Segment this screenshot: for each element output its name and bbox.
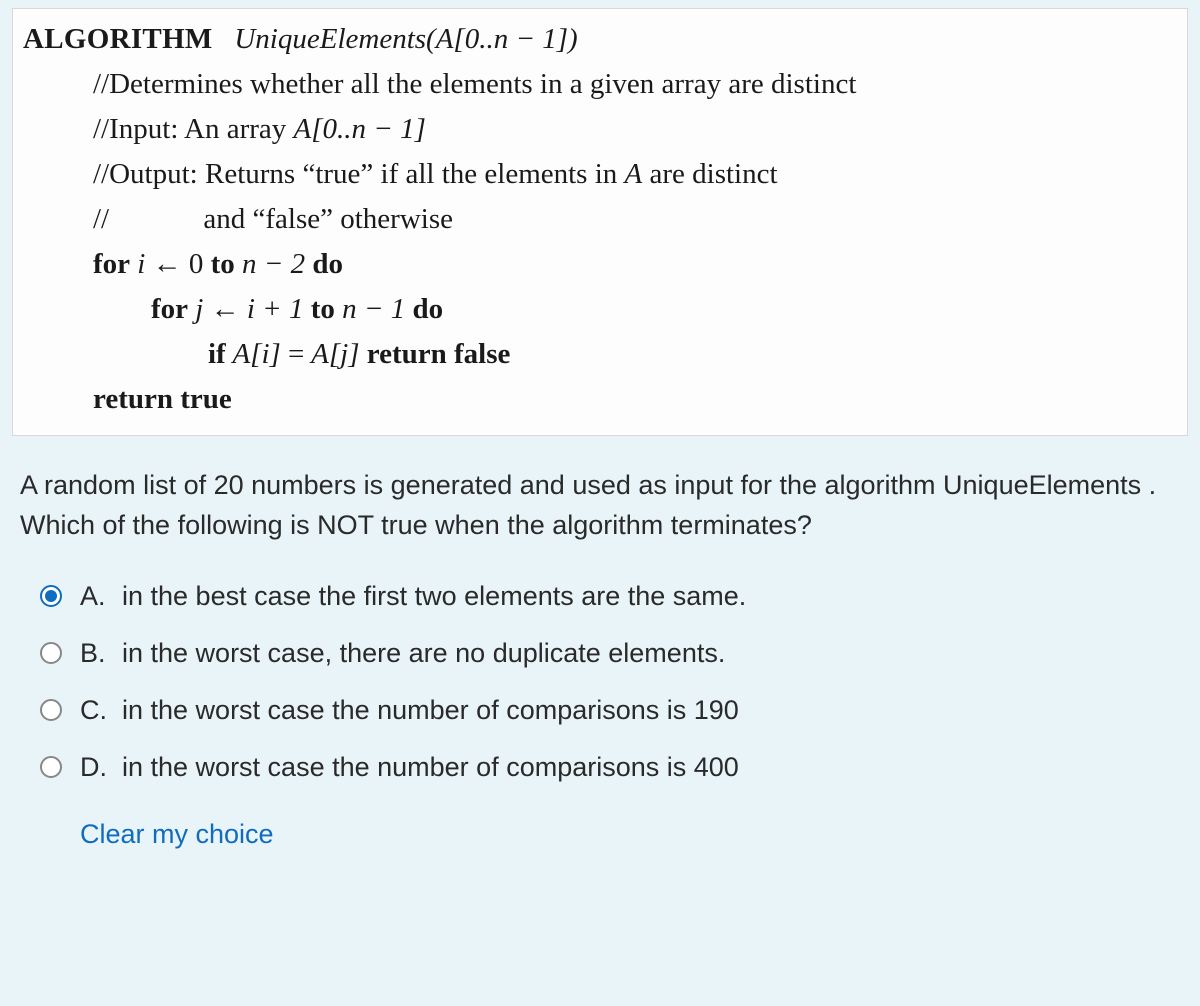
option-row-a[interactable]: A. in the best case the first two element… xyxy=(40,581,1200,612)
option-text: in the worst case the number of comparis… xyxy=(122,695,739,726)
option-text: in the best case the first two elements … xyxy=(122,581,746,612)
algorithm-signature: UniqueElements(A[0..n − 1]) xyxy=(234,23,577,55)
option-text: in the worst case the number of comparis… xyxy=(122,752,739,783)
options-group: A. in the best case the first two element… xyxy=(40,581,1200,783)
radio-button[interactable] xyxy=(40,756,62,778)
for-outer: for i ← 0 to n − 2 do xyxy=(93,242,1177,287)
option-letter: D. xyxy=(80,752,108,783)
comment-output: //Output: Returns “true” if all the elem… xyxy=(93,152,1177,197)
option-letter: A. xyxy=(80,581,108,612)
option-text: in the worst case, there are no duplicat… xyxy=(122,638,725,669)
option-row-d[interactable]: D. in the worst case the number of compar… xyxy=(40,752,1200,783)
comment-output-cont: // and “false” otherwise xyxy=(93,197,1177,242)
radio-button[interactable] xyxy=(40,699,62,721)
option-row-c[interactable]: C. in the worst case the number of compar… xyxy=(40,695,1200,726)
comment-description: //Determines whether all the elements in… xyxy=(93,62,1177,107)
option-letter: C. xyxy=(80,695,108,726)
radio-button[interactable] xyxy=(40,585,62,607)
clear-choice-link[interactable]: Clear my choice xyxy=(80,819,274,850)
algorithm-pseudocode: ALGORITHM UniqueElements(A[0..n − 1]) //… xyxy=(12,8,1188,436)
return-true: return true xyxy=(93,377,1177,422)
if-line: if A[i] = A[j] return false xyxy=(208,332,1177,377)
question-text: A random list of 20 numbers is generated… xyxy=(20,466,1180,544)
option-row-b[interactable]: B. in the worst case, there are no duplic… xyxy=(40,638,1200,669)
comment-input: //Input: An array A[0..n − 1] xyxy=(93,107,1177,152)
option-letter: B. xyxy=(80,638,108,669)
radio-button[interactable] xyxy=(40,642,62,664)
algorithm-header: ALGORITHM UniqueElements(A[0..n − 1]) xyxy=(23,17,1177,62)
algorithm-keyword: ALGORITHM xyxy=(23,23,213,55)
for-inner: for j ← i + 1 to n − 1 do xyxy=(151,287,1177,332)
